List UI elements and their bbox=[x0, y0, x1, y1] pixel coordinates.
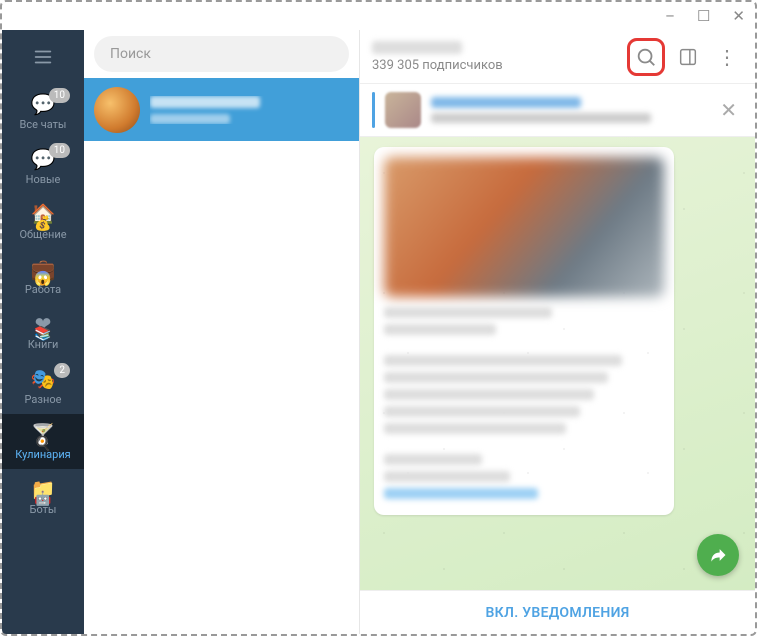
app-body: 💬 10 Все чаты 💬 10 Новые 🏠 💰 Общение 💼 😱… bbox=[2, 30, 755, 634]
rail-books[interactable]: ❤ 📚 Книги bbox=[2, 304, 84, 359]
sub-icon: 🍳 bbox=[34, 436, 51, 452]
msg-line bbox=[384, 454, 482, 465]
window-titlebar: – ☐ ✕ bbox=[2, 2, 755, 30]
chat-list: Поиск bbox=[84, 30, 360, 634]
search-in-chat-button[interactable] bbox=[627, 38, 665, 76]
chat-meta bbox=[150, 96, 349, 124]
rail-bots[interactable]: 📁 🤖 Боты bbox=[2, 469, 84, 524]
msg-link-blur bbox=[384, 488, 538, 499]
message-scroll[interactable] bbox=[360, 137, 755, 590]
search-icon bbox=[635, 46, 657, 68]
msg-line bbox=[384, 471, 510, 482]
pin-text bbox=[431, 97, 704, 123]
rail-misc[interactable]: 🎭 2 Разное bbox=[2, 359, 84, 414]
rail-label: Разное bbox=[25, 393, 62, 406]
rail-work[interactable]: 💼 😱 Работа bbox=[2, 249, 84, 304]
window-maximize[interactable]: ☐ bbox=[697, 7, 710, 25]
chat-title-blur bbox=[150, 96, 260, 108]
rail-label: Все чаты bbox=[20, 118, 67, 131]
sub-icon: 💰 bbox=[34, 216, 51, 232]
msg-line bbox=[384, 324, 496, 335]
sub-icon: 📚 bbox=[34, 326, 51, 342]
close-icon: ✕ bbox=[720, 98, 737, 122]
pin-body-blur bbox=[431, 113, 651, 123]
panel-icon bbox=[677, 46, 699, 68]
pin-close-button[interactable]: ✕ bbox=[714, 98, 743, 122]
search-placeholder: Поиск bbox=[110, 46, 151, 62]
share-fab[interactable] bbox=[697, 534, 739, 576]
menu-button[interactable] bbox=[2, 30, 84, 84]
pin-title-blur bbox=[431, 97, 581, 108]
mask-icon: 🎭 bbox=[31, 369, 56, 389]
rail-cooking[interactable]: 🍸 🍳 Кулинария bbox=[2, 414, 84, 469]
app-window: – ☐ ✕ 💬 10 Все чаты 💬 10 Новые 🏠 💰 Обще bbox=[0, 0, 757, 636]
hamburger-icon bbox=[32, 46, 54, 68]
more-menu-button[interactable]: ⋮ bbox=[711, 45, 743, 69]
pin-indicator bbox=[372, 92, 375, 128]
msg-line bbox=[384, 355, 622, 366]
sub-icon: 🤖 bbox=[34, 491, 51, 507]
msg-line bbox=[384, 372, 608, 383]
sub-icon: 😱 bbox=[34, 271, 51, 287]
rail-social[interactable]: 🏠 💰 Общение bbox=[2, 194, 84, 249]
msg-line bbox=[384, 423, 566, 434]
chat-row[interactable] bbox=[84, 78, 359, 141]
badge: 2 bbox=[54, 363, 70, 378]
pin-thumbnail bbox=[385, 92, 421, 128]
search-input[interactable]: Поиск bbox=[94, 36, 349, 72]
notifications-toggle[interactable]: ВКЛ. УВЕДОМЛЕНИЯ bbox=[360, 590, 755, 634]
badge: 10 bbox=[49, 143, 70, 158]
share-icon bbox=[708, 545, 728, 565]
msg-line bbox=[384, 406, 580, 417]
subscriber-count: 339 305 подписчиков bbox=[372, 58, 623, 73]
message-card[interactable] bbox=[374, 147, 674, 515]
msg-line bbox=[384, 307, 552, 318]
folder-rail: 💬 10 Все чаты 💬 10 Новые 🏠 💰 Общение 💼 😱… bbox=[2, 30, 84, 634]
notifications-label: ВКЛ. УВЕДОМЛЕНИЯ bbox=[486, 605, 630, 621]
badge: 10 bbox=[49, 88, 70, 103]
window-close[interactable]: ✕ bbox=[732, 7, 745, 25]
pinned-message[interactable]: ✕ bbox=[360, 84, 755, 137]
header-titlewrap[interactable]: 339 305 подписчиков bbox=[372, 41, 623, 73]
conversation-pane: 339 305 подписчиков ⋮ bbox=[360, 30, 755, 634]
chat-preview-blur bbox=[150, 114, 230, 124]
chat-avatar bbox=[94, 87, 140, 133]
rail-new[interactable]: 💬 10 Новые bbox=[2, 139, 84, 194]
kebab-icon: ⋮ bbox=[717, 45, 737, 69]
conversation-header: 339 305 подписчиков ⋮ bbox=[360, 30, 755, 84]
side-panel-button[interactable] bbox=[669, 38, 707, 76]
window-minimize[interactable]: – bbox=[665, 7, 675, 25]
rail-label: Новые bbox=[26, 173, 61, 186]
search-wrap: Поиск bbox=[84, 30, 359, 78]
msg-line bbox=[384, 389, 594, 400]
channel-title-blur bbox=[372, 41, 462, 54]
message-image-blur bbox=[384, 157, 664, 297]
rail-all-chats[interactable]: 💬 10 Все чаты bbox=[2, 84, 84, 139]
